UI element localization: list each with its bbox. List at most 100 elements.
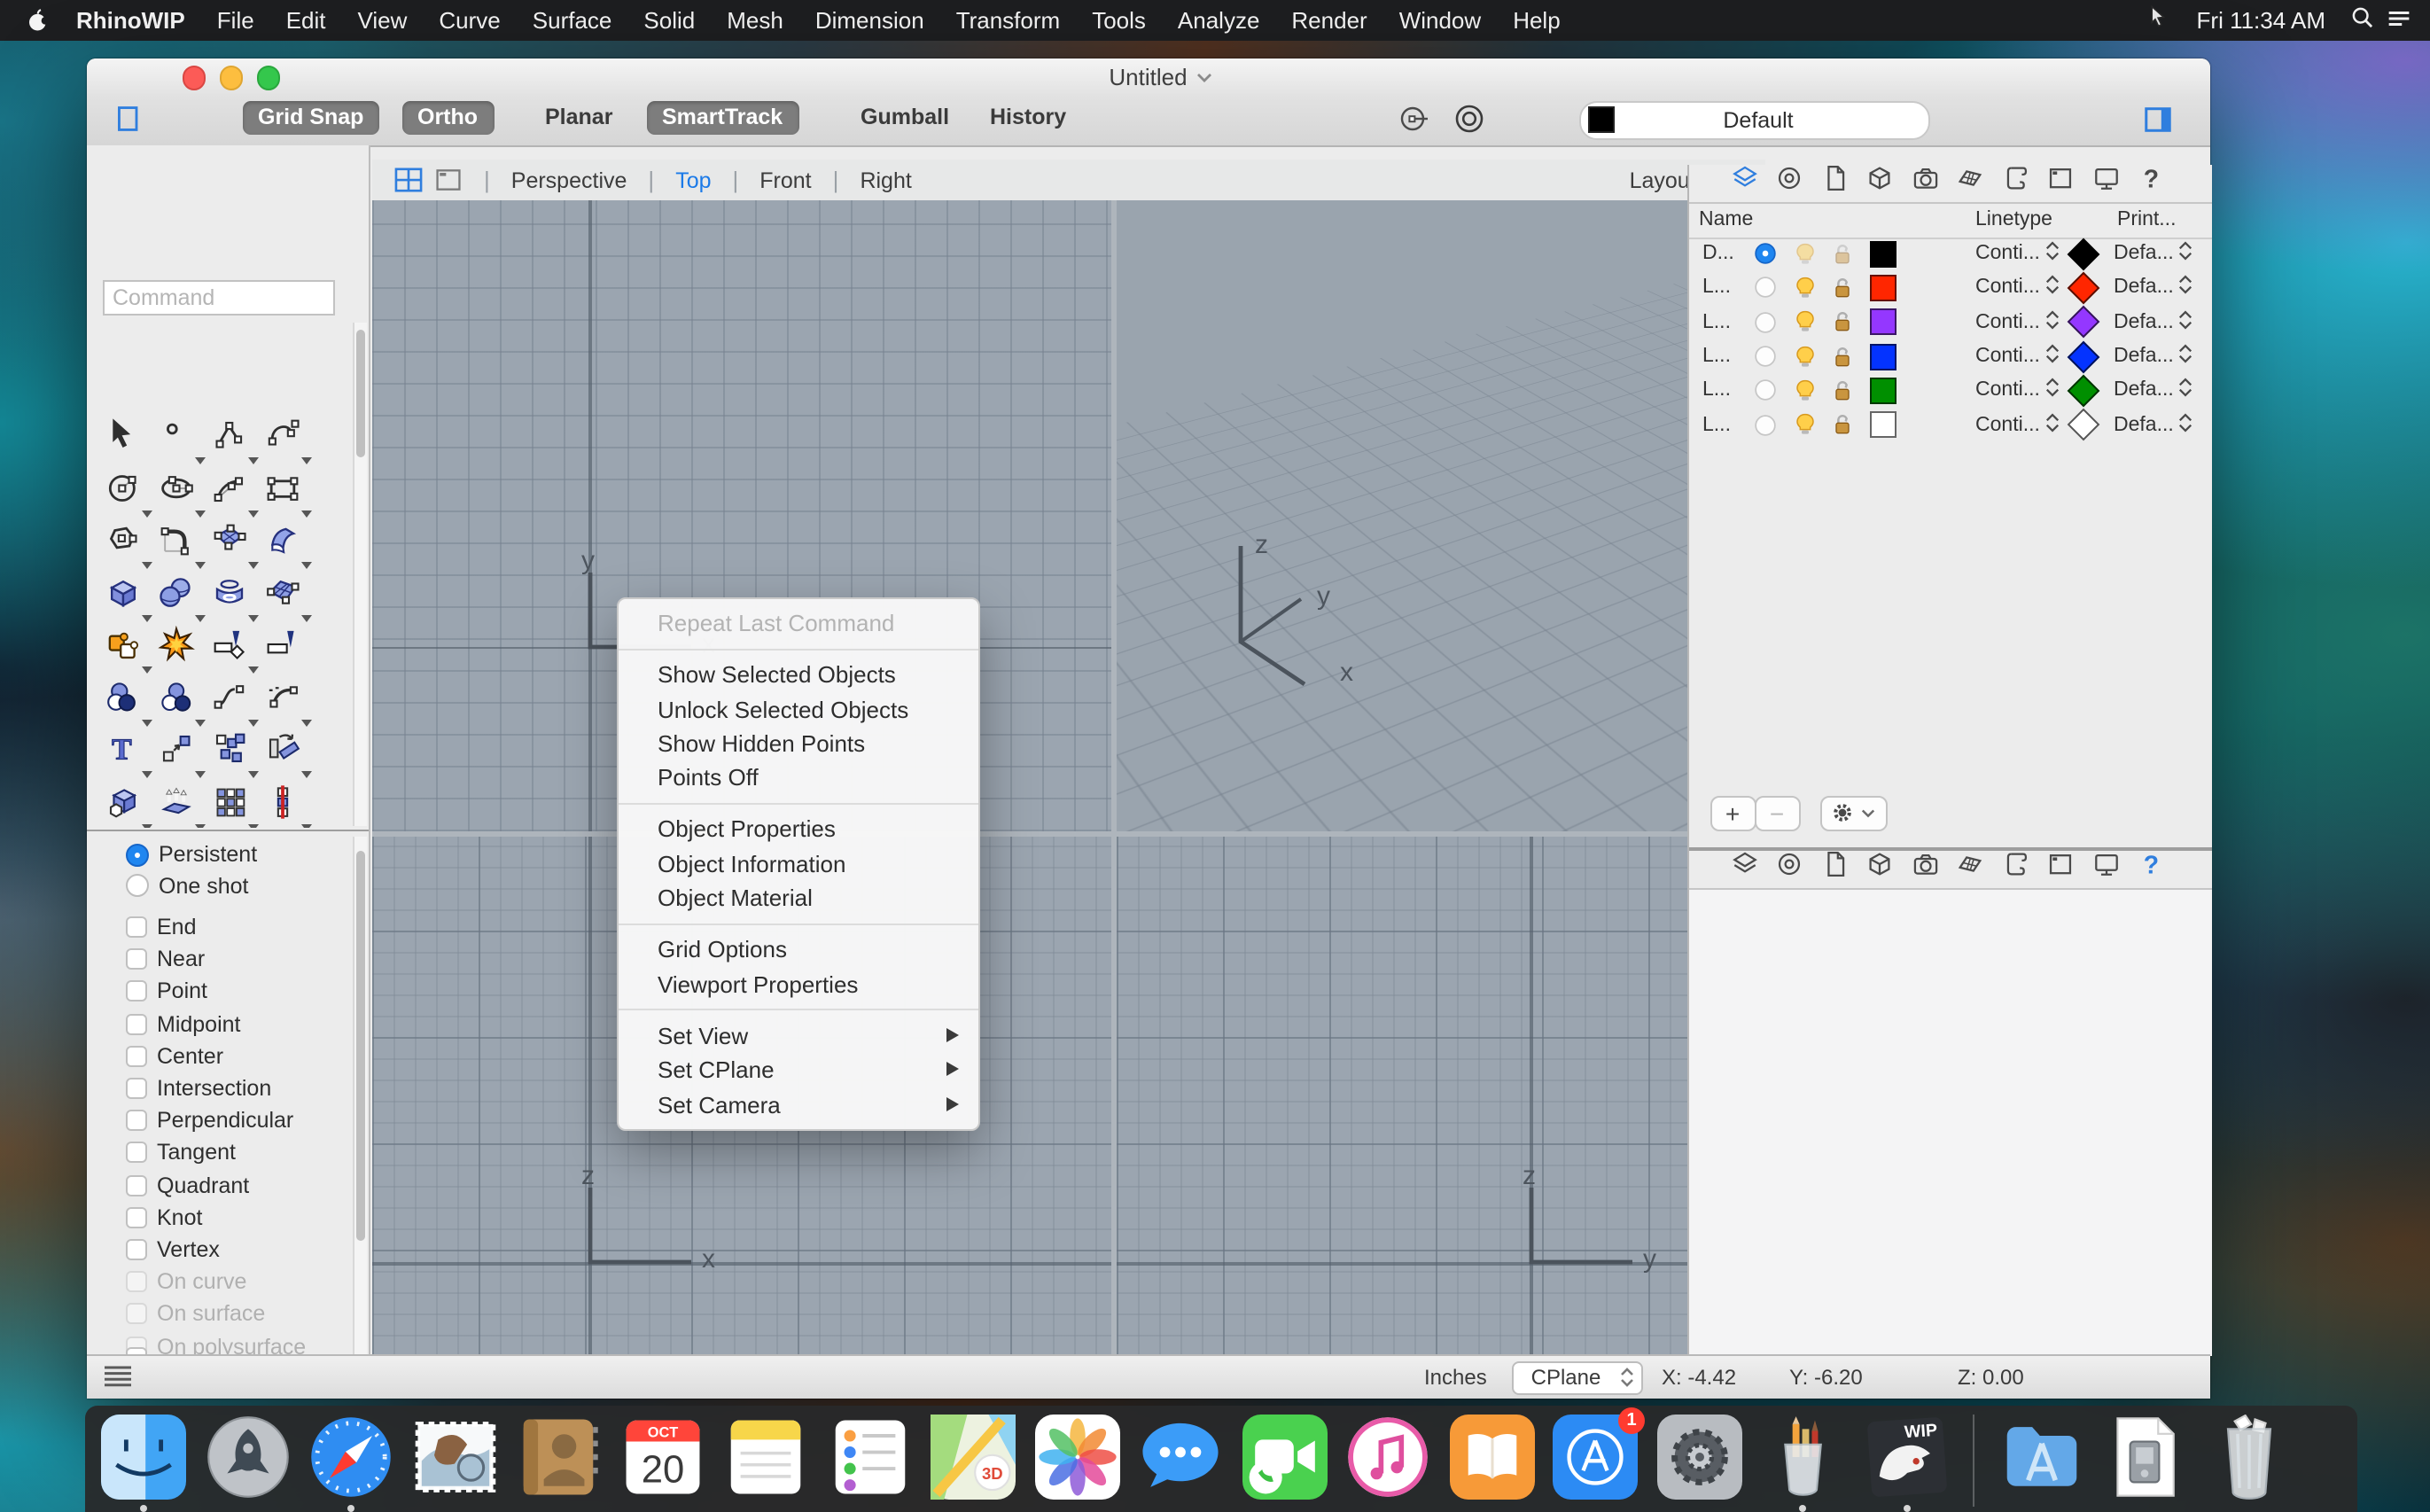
layer-name[interactable]: L... xyxy=(1702,373,1731,408)
dock-trash[interactable] xyxy=(2206,1414,2291,1499)
context-item-object-information[interactable]: Object Information xyxy=(619,847,978,882)
cplane-selector[interactable]: CPlane xyxy=(1511,1360,1642,1395)
tool-revolve-surface[interactable] xyxy=(210,573,256,620)
layer-current-radio[interactable] xyxy=(1752,271,1777,306)
panel-tab-properties-icon[interactable] xyxy=(1774,163,1804,202)
menu-item-help[interactable]: Help xyxy=(1497,7,1577,34)
toggle-gumball[interactable]: Gumball xyxy=(845,101,965,135)
tool-fillet-curves[interactable] xyxy=(157,521,203,567)
column-print[interactable]: Print... xyxy=(2117,208,2176,230)
context-item-object-properties[interactable]: Object Properties xyxy=(619,813,978,847)
menu-item-solid[interactable]: Solid xyxy=(627,7,711,34)
left-sidebar-toggle-icon[interactable] xyxy=(114,105,143,133)
panel-tab-box-icon[interactable] xyxy=(1865,849,1895,888)
toggle-grid-snap[interactable]: Grid Snap xyxy=(242,101,379,135)
tool-ellipse[interactable] xyxy=(157,469,203,515)
layer-color-swatch[interactable] xyxy=(1869,373,1896,408)
menu-item-dimension[interactable]: Dimension xyxy=(799,7,940,34)
layer-print-color-diamond[interactable] xyxy=(2071,373,2094,408)
context-item-viewport-properties[interactable]: Viewport Properties xyxy=(619,967,978,1002)
layer-print-color-diamond[interactable] xyxy=(2071,271,2094,306)
panel-tab-display-icon[interactable] xyxy=(2091,849,2121,888)
display-mode-dropdown[interactable]: Default xyxy=(1578,100,1929,139)
dock-facetime[interactable] xyxy=(1242,1414,1327,1499)
tool-single-point[interactable] xyxy=(157,417,203,463)
layer-lock-icon[interactable] xyxy=(1828,271,1855,306)
tool-plugin-puzzle[interactable] xyxy=(104,626,150,672)
dock-reminders[interactable] xyxy=(827,1414,912,1499)
menu-item-view[interactable]: View xyxy=(342,7,424,34)
tool-explode[interactable] xyxy=(157,626,203,672)
tool-extrude-surface[interactable] xyxy=(157,783,203,828)
tool-boolean-union[interactable] xyxy=(104,678,150,724)
dock-calendar[interactable]: OCT 20 xyxy=(619,1414,705,1499)
layer-print-color-diamond[interactable] xyxy=(2071,305,2094,339)
dock-contacts[interactable] xyxy=(516,1414,601,1499)
dock-system-preferences[interactable] xyxy=(1656,1414,1741,1499)
viewport-tab-front[interactable]: Front xyxy=(756,168,814,192)
panel-tab-materials-icon[interactable] xyxy=(1955,163,1985,202)
four-viewport-layout-icon[interactable] xyxy=(393,167,424,193)
tool-select-cursor[interactable] xyxy=(104,417,150,463)
layer-name[interactable]: L... xyxy=(1702,305,1731,339)
osnap-scrollbar[interactable] xyxy=(352,837,366,1356)
layer-linetype-dropdown[interactable]: Conti... xyxy=(1975,339,2060,374)
search-icon[interactable] xyxy=(2350,5,2375,35)
layer-color-swatch[interactable] xyxy=(1869,408,1896,442)
menu-item-rhinowip[interactable]: RhinoWIP xyxy=(66,7,201,34)
toggle-ortho[interactable]: Ortho xyxy=(401,101,494,135)
osnap-intersection[interactable]: Intersection xyxy=(125,1076,271,1101)
context-item-show-hidden-points[interactable]: Show Hidden Points xyxy=(619,727,978,761)
dock-photos[interactable] xyxy=(1034,1414,1119,1499)
menu-item-tools[interactable]: Tools xyxy=(1076,7,1162,34)
layer-visibility-bulb[interactable] xyxy=(1791,271,1818,306)
tool-distribute-objects[interactable] xyxy=(210,730,256,776)
status-menu-icon[interactable] xyxy=(102,1365,132,1388)
tool-split[interactable] xyxy=(263,626,309,672)
layer-color-swatch[interactable] xyxy=(1869,237,1896,271)
menu-item-file[interactable]: File xyxy=(201,7,270,34)
layer-row[interactable]: L... Conti... Defa... xyxy=(1688,408,2212,442)
osnap-center[interactable]: Center xyxy=(125,1044,223,1069)
osnap-point[interactable]: Point xyxy=(125,979,207,1004)
panel-tab-file-icon[interactable] xyxy=(1819,849,1850,888)
osnap-end[interactable]: End xyxy=(125,915,197,939)
viewport-tab-top[interactable]: Top xyxy=(672,168,714,192)
menubar-clock[interactable]: Fri 11:34 AM xyxy=(2183,7,2340,34)
layer-visibility-bulb[interactable] xyxy=(1791,237,1818,271)
viewport-tab-perspective[interactable]: Perspective xyxy=(508,168,631,192)
dock-messages[interactable] xyxy=(1138,1414,1223,1499)
tool-circle[interactable] xyxy=(104,469,150,515)
layer-current-radio[interactable] xyxy=(1752,237,1777,271)
menu-item-analyze[interactable]: Analyze xyxy=(1162,7,1276,34)
osnap-midpoint[interactable]: Midpoint xyxy=(125,1011,241,1036)
tool-arc[interactable] xyxy=(210,469,256,515)
layer-print-width-dropdown[interactable]: Defa... xyxy=(2114,237,2193,271)
add-layer-button[interactable]: + xyxy=(1710,795,1756,830)
layer-visibility-bulb[interactable] xyxy=(1791,339,1818,374)
layer-lock-icon[interactable] xyxy=(1828,237,1855,271)
dock-itunes[interactable] xyxy=(1345,1414,1430,1499)
dock-finder[interactable] xyxy=(101,1414,186,1499)
tool-trim[interactable] xyxy=(210,626,256,672)
dock-app-store[interactable]: 1 xyxy=(1553,1414,1638,1499)
units-label[interactable]: Inches xyxy=(1424,1364,1487,1389)
viewport-area[interactable]: y x z y x z x xyxy=(372,200,1764,1357)
command-input[interactable] xyxy=(102,280,334,316)
dock-ibooks[interactable] xyxy=(1449,1414,1534,1499)
panel-tab-layers-icon[interactable] xyxy=(1729,849,1759,888)
layer-settings-button[interactable] xyxy=(1819,795,1887,830)
panel-tab-file-icon[interactable] xyxy=(1819,163,1850,202)
layer-print-width-dropdown[interactable]: Defa... xyxy=(2114,271,2193,306)
window-titlebar[interactable]: Untitled xyxy=(86,58,2210,94)
panel-tab-display-icon[interactable] xyxy=(2091,163,2121,202)
tool-rectangular-array[interactable] xyxy=(210,783,256,828)
single-viewport-layout-icon[interactable] xyxy=(434,167,463,193)
osnap-vertex[interactable]: Vertex xyxy=(125,1237,220,1262)
layer-color-swatch[interactable] xyxy=(1869,305,1896,339)
panel-tab-notes-icon[interactable] xyxy=(2000,849,2030,888)
layer-row[interactable]: L... Conti... Defa... xyxy=(1688,305,2212,339)
panel-tab-frame-icon[interactable] xyxy=(2045,849,2076,888)
layer-print-color-diamond[interactable] xyxy=(2071,237,2094,271)
tool-sphere-pair[interactable] xyxy=(157,573,203,620)
